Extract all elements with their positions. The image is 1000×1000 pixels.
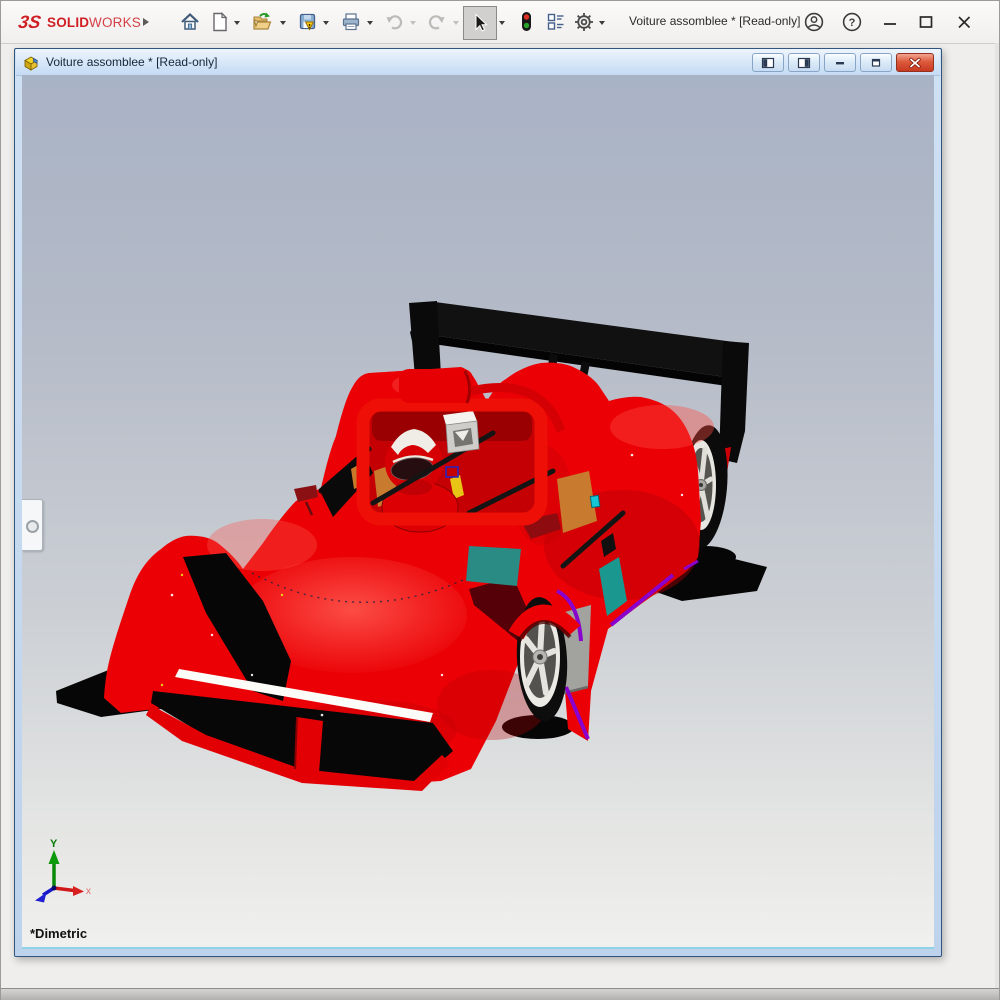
app-maximize-button[interactable] xyxy=(913,9,939,35)
redo-button[interactable] xyxy=(424,9,450,35)
home-icon xyxy=(179,11,201,33)
save-dropdown[interactable] xyxy=(323,19,331,27)
document-title-text: Voiture assomblee * [Read-only] xyxy=(46,55,217,69)
print-dropdown[interactable] xyxy=(367,19,375,27)
reference-triad: Y x xyxy=(22,833,132,923)
doc-split-right-button[interactable] xyxy=(788,53,820,72)
teal-dash-panel xyxy=(466,546,521,586)
doc-restore-button[interactable] xyxy=(860,53,892,72)
print-icon xyxy=(340,11,362,33)
feature-pane-collapsed-tab[interactable] xyxy=(22,499,43,551)
car-model-3d[interactable] xyxy=(22,75,934,949)
app-document-title: Voiture assomblee * [Read-only] xyxy=(629,14,800,28)
doc-restore-icon xyxy=(868,57,884,69)
new-document-icon xyxy=(210,11,230,33)
account-button[interactable] xyxy=(801,9,827,35)
redo-icon xyxy=(426,11,448,33)
select-cursor-icon xyxy=(469,12,491,34)
print-button[interactable] xyxy=(338,9,364,35)
open-folder-icon xyxy=(251,11,273,33)
logo-bold-text: SOLID xyxy=(47,15,89,30)
undo-dropdown[interactable] xyxy=(410,19,418,27)
doc-close-icon xyxy=(906,57,924,69)
graphics-area[interactable]: Y x *Dimetric xyxy=(22,75,934,949)
save-button[interactable] xyxy=(295,9,321,35)
open-dropdown[interactable] xyxy=(280,19,288,27)
doc-minimize-button[interactable] xyxy=(824,53,856,72)
help-button[interactable]: ? xyxy=(839,9,865,35)
triad-y-label: Y xyxy=(50,838,58,850)
mirror-box xyxy=(443,411,479,453)
svg-text:?: ? xyxy=(849,17,856,29)
logo-mark-text: 3S xyxy=(17,12,43,32)
document-titlebar[interactable]: Voiture assomblee * [Read-only] xyxy=(16,49,940,76)
app-bottom-frame xyxy=(1,988,999,1000)
split-right-icon xyxy=(796,57,812,69)
select-tool-button[interactable] xyxy=(463,6,497,40)
maximize-icon xyxy=(917,13,935,31)
solidworks-logo[interactable]: 3S SOLID WORKS xyxy=(13,9,141,35)
account-icon xyxy=(803,11,825,33)
settings-button[interactable] xyxy=(571,9,597,35)
split-left-icon xyxy=(760,57,776,69)
traffic-light-icon xyxy=(515,10,537,34)
undo-icon xyxy=(383,11,405,33)
doc-minimize-icon xyxy=(832,57,848,69)
close-icon xyxy=(955,13,973,31)
undo-button[interactable] xyxy=(381,9,407,35)
document-window-controls xyxy=(752,53,934,72)
triad-x-label: x xyxy=(86,886,91,897)
document-window: Voiture assomblee * [Read-only] xyxy=(14,48,942,957)
doc-split-left-button[interactable] xyxy=(752,53,784,72)
form-properties-button[interactable] xyxy=(543,9,569,35)
new-document-dropdown[interactable] xyxy=(234,19,242,27)
view-orientation-label: *Dimetric xyxy=(30,926,87,941)
save-icon xyxy=(297,11,319,33)
app-minimize-button[interactable] xyxy=(877,9,903,35)
pane-expand-knob-icon xyxy=(26,520,39,533)
solidworks-app-window: 3S SOLID WORKS xyxy=(0,0,1000,1000)
workspace-right-margin xyxy=(995,43,999,989)
select-tool-dropdown[interactable] xyxy=(499,19,507,27)
open-button[interactable] xyxy=(249,9,275,35)
doc-close-button[interactable] xyxy=(896,53,934,72)
help-icon: ? xyxy=(841,11,863,33)
settings-dropdown[interactable] xyxy=(599,19,607,27)
main-toolbar: 3S SOLID WORKS xyxy=(1,1,999,44)
logo-light-text: WORKS xyxy=(89,15,141,30)
brand-mark: 3S xyxy=(17,12,43,32)
traffic-light-button[interactable] xyxy=(513,9,539,35)
assembly-icon xyxy=(22,54,40,71)
form-properties-icon xyxy=(545,11,567,33)
home-button[interactable] xyxy=(177,9,203,35)
minimize-icon xyxy=(881,13,899,31)
redo-dropdown[interactable] xyxy=(453,19,461,27)
menu-flyout-chevron-icon[interactable] xyxy=(143,18,149,26)
app-close-button[interactable] xyxy=(951,9,977,35)
new-document-button[interactable] xyxy=(207,9,233,35)
gear-icon xyxy=(573,11,595,33)
wing-endplate-left xyxy=(409,301,441,378)
